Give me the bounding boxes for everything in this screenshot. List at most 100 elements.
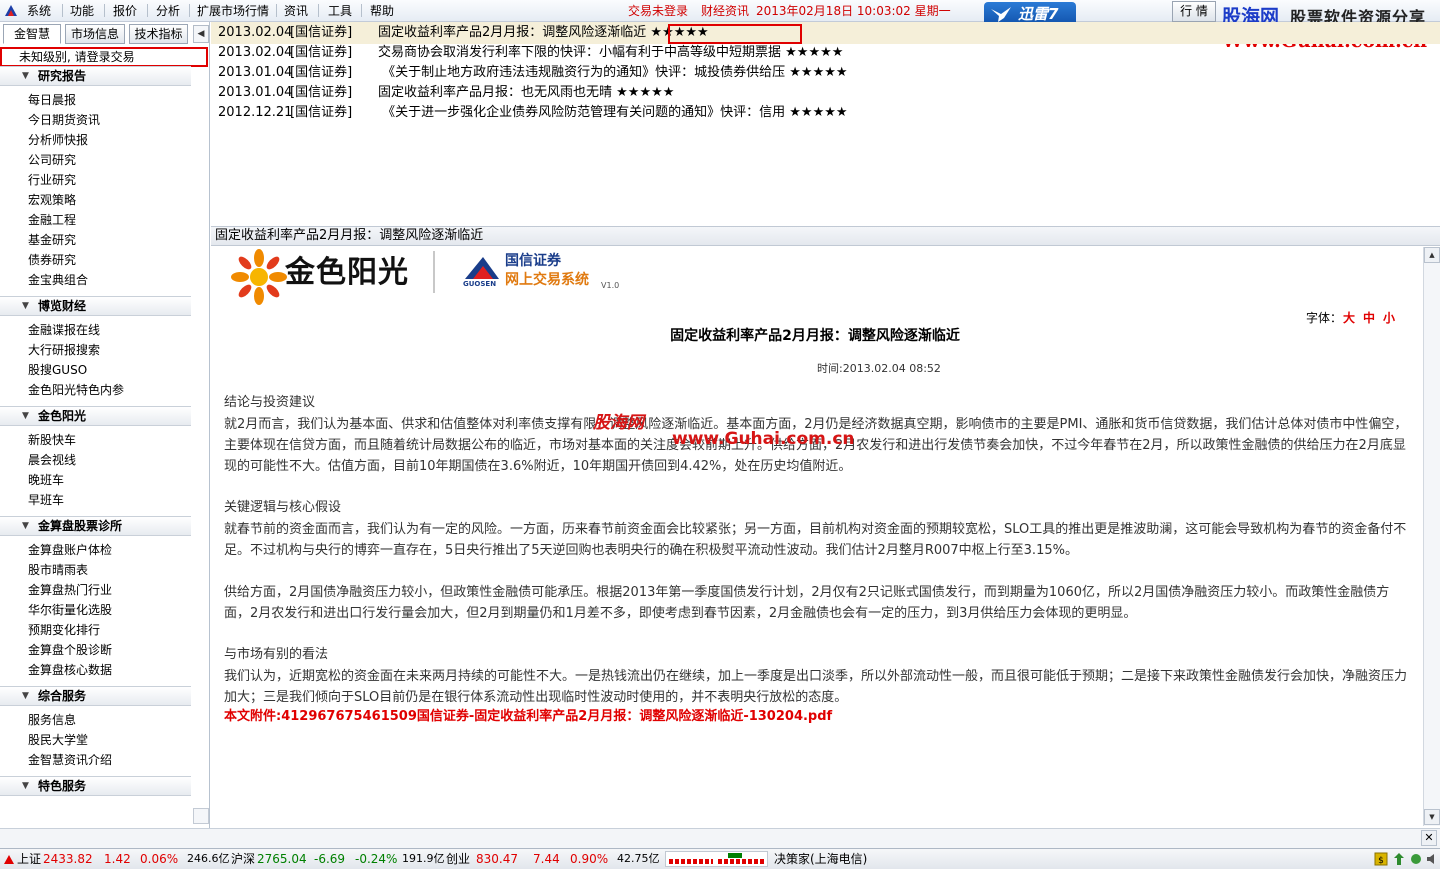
menu-divider <box>276 4 277 17</box>
nav-item[interactable]: 金算盘个股诊断 <box>28 642 112 658</box>
font-medium-button[interactable]: 中 <box>1363 310 1375 326</box>
list-item[interactable]: 2013.02.04[国信证券] 交易商协会取消发行利率下限的快评：小幅有利于中高… <box>218 44 843 62</box>
sh-index-label: 上证 <box>17 852 42 866</box>
nav-item[interactable]: 宏观策略 <box>28 192 76 208</box>
rating-stars: ★★★★★ <box>789 65 848 80</box>
menu-quote[interactable]: 报价 <box>113 3 137 19</box>
nav-item[interactable]: 分析师快报 <box>28 132 88 148</box>
nav-item[interactable]: 股市晴雨表 <box>28 562 88 578</box>
list-item[interactable]: 2013.01.04[国信证券] 《关于制止地方政府违法违规融资行为的通知》快评… <box>218 64 848 82</box>
nav-item[interactable]: 基金研究 <box>28 232 76 248</box>
news-title: 固定收益利率产品月报：也无风雨也无晴 <box>378 85 613 100</box>
breadth-green-block <box>728 853 742 858</box>
svg-text:$: $ <box>1378 856 1384 866</box>
chevron-left-icon: ◀ <box>197 29 205 39</box>
guosen-system-name: 网上交易系统 <box>505 272 589 288</box>
menu-extended-market[interactable]: 扩展市场行情 <box>197 3 269 19</box>
server-name[interactable]: 决策家(上海电信) <box>774 849 867 869</box>
bottom-strip: ✕ <box>0 828 1440 848</box>
news-title: 交易商协会取消发行利率下限的快评：小幅有利于中高等级中短期票据 <box>378 45 782 60</box>
speaker-icon[interactable] <box>1426 852 1438 866</box>
cy-index-label: 创业 <box>446 852 471 866</box>
tab-market-info[interactable]: 市场信息 <box>65 24 125 44</box>
section-finance-browse[interactable]: ▼ 博览财经 <box>0 296 191 316</box>
nav-item[interactable]: 公司研究 <box>28 152 76 168</box>
menu-info[interactable]: 资讯 <box>284 3 308 19</box>
nav-item[interactable]: 新股快车 <box>28 432 76 448</box>
menu-system[interactable]: 系统 <box>27 3 51 19</box>
cy-index-pct: 0.90% <box>570 852 609 866</box>
list-item[interactable]: 2013.02.04[国信证券] 固定收益利率产品2月月报：调整风险逐渐临近 ★★… <box>218 24 709 42</box>
nav-item[interactable]: 股搜GUSO <box>28 362 87 378</box>
section-general-services[interactable]: ▼ 综合服务 <box>0 686 191 706</box>
nav-item[interactable]: 金宝典组合 <box>28 272 88 288</box>
finance-news-link[interactable]: 财经资讯 <box>701 3 749 19</box>
section-research-reports[interactable]: ▼ 研究报告 <box>0 66 191 86</box>
list-item[interactable]: 2013.01.04[国信证券] 固定收益利率产品月报：也无风雨也无晴 ★★★★★ <box>218 84 674 102</box>
connection-icon[interactable] <box>1393 852 1405 866</box>
nav-item[interactable]: 金算盘热门行业 <box>28 582 112 598</box>
nav-item[interactable]: 早班车 <box>28 492 64 508</box>
nav-item[interactable]: 晨会视线 <box>28 452 76 468</box>
nav-item[interactable]: 行业研究 <box>28 172 76 188</box>
section-heading: 与市场有别的看法 <box>224 647 329 662</box>
attachment-link[interactable]: 本文附件:412967675461509国信证券-固定收益利率产品2月月报：调整… <box>224 708 832 726</box>
font-small-button[interactable]: 小 <box>1383 310 1395 326</box>
nav-item[interactable]: 大行研报搜索 <box>28 342 100 358</box>
nav-item[interactable]: 华尔街量化选股 <box>28 602 112 618</box>
nav-item[interactable]: 金算盘账户体检 <box>28 542 112 558</box>
market-breadth-indicator[interactable] <box>665 851 768 867</box>
nav-item[interactable]: 金融谍报在线 <box>28 322 100 338</box>
quote-button[interactable]: 行 情 <box>1172 1 1216 22</box>
collapse-panel-button[interactable]: ◀ <box>193 25 209 43</box>
nav-item[interactable]: 今日期货资讯 <box>28 112 100 128</box>
tab-technical-indicators[interactable]: 技术指标 <box>129 24 188 44</box>
lock-icon[interactable]: $ <box>1374 852 1388 866</box>
hs-index-value: 2765.04 <box>257 852 307 866</box>
nav-item[interactable]: 金算盘核心数据 <box>28 662 112 678</box>
login-prompt[interactable]: 未知级别, 请登录交易 <box>0 47 208 67</box>
menu-divider <box>189 4 190 17</box>
menu-function[interactable]: 功能 <box>70 3 94 19</box>
nav-item[interactable]: 金智慧资讯介绍 <box>28 752 112 768</box>
logo-divider <box>433 251 435 293</box>
nav-item[interactable]: 金色阳光特色内参 <box>28 382 124 398</box>
scroll-down-button[interactable]: ▼ <box>1424 809 1440 825</box>
watermark-text: 股海网 <box>593 413 644 433</box>
sh-index-change: 1.42 <box>104 852 131 866</box>
nav-item[interactable]: 每日晨报 <box>28 92 76 108</box>
nav-item[interactable]: 债券研究 <box>28 252 76 268</box>
resize-grip[interactable] <box>193 808 209 824</box>
news-date: 2013.01.04 <box>218 65 293 80</box>
section-featured-services[interactable]: ▼ 特色服务 <box>0 776 191 796</box>
menu-analysis[interactable]: 分析 <box>156 3 180 19</box>
section-stock-clinic[interactable]: ▼ 金算盘股票诊所 <box>0 516 191 536</box>
news-source: [国信证券] <box>290 85 353 100</box>
nav-item[interactable]: 晚班车 <box>28 472 64 488</box>
tab-jinzhihui[interactable]: 金智慧 <box>3 24 61 44</box>
menu-divider <box>62 4 63 17</box>
list-item[interactable]: 2012.12.21[国信证券] 《关于进一步强化企业债券风险防范管理有关问题的… <box>218 104 848 122</box>
section-golden-sunshine[interactable]: ▼ 金色阳光 <box>0 406 191 426</box>
triangle-down-icon: ▼ <box>22 301 29 311</box>
status-light-icon[interactable] <box>1410 852 1422 866</box>
app-logo-icon[interactable] <box>3 3 19 18</box>
nav-item[interactable]: 预期变化排行 <box>28 622 100 638</box>
nav-item[interactable]: 服务信息 <box>28 712 76 728</box>
nav-item[interactable]: 金融工程 <box>28 212 76 228</box>
article-content: 金色阳光 GUOSEN 国信证券 网上交易系统 V1.0 字体： 大 中 小 固… <box>211 247 1440 828</box>
close-icon[interactable]: ✕ <box>1421 830 1437 846</box>
scroll-up-button[interactable]: ▲ <box>1424 247 1440 263</box>
article-time: 时间:2013.02.04 08:52 <box>817 362 941 375</box>
rating-stars: ★★★★★ <box>785 45 844 60</box>
font-large-button[interactable]: 大 <box>1343 310 1355 326</box>
section-title: 金算盘股票诊所 <box>38 519 123 533</box>
guosen-logo-icon <box>465 257 499 279</box>
menu-tools[interactable]: 工具 <box>328 3 352 19</box>
menu-help[interactable]: 帮助 <box>370 3 394 19</box>
menu-divider <box>147 4 148 17</box>
nav-item[interactable]: 股民大学堂 <box>28 732 88 748</box>
brand-name: 金色阳光 <box>285 255 409 290</box>
vertical-scrollbar[interactable]: ▲ ▼ <box>1423 247 1440 826</box>
trade-login-status[interactable]: 交易未登录 <box>628 3 688 19</box>
